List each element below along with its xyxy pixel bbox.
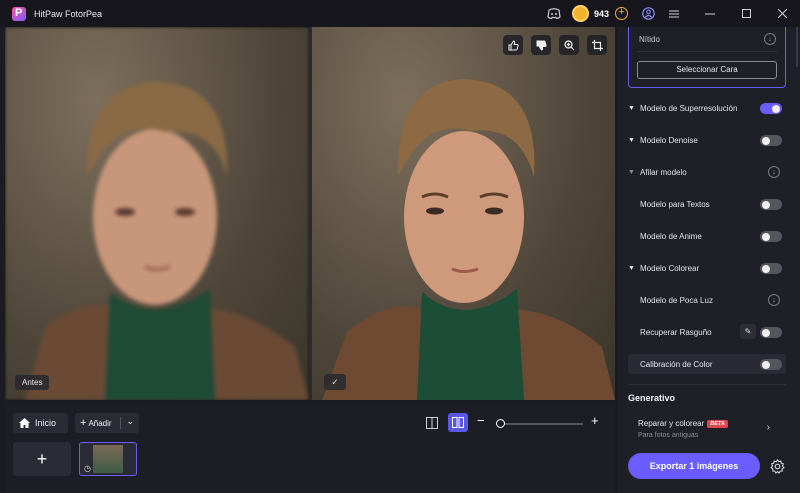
title-bar: HitPaw FotorPea 943 +: [0, 0, 800, 27]
before-label: Antes: [15, 375, 50, 390]
add-image-tile[interactable]: +: [13, 442, 71, 476]
add-button[interactable]: + Añadir ⌄: [75, 413, 139, 433]
row-sharpen[interactable]: ▼ Afilar modelo ↓: [628, 162, 786, 182]
after-pane: ✓: [312, 27, 615, 400]
export-button[interactable]: Exportar 1 imágenes: [628, 453, 760, 479]
toggle-scratch-repair[interactable]: [760, 327, 782, 338]
app-title: HitPaw FotorPea: [34, 8, 103, 19]
row-label: Modelo de Superresolución: [640, 103, 738, 113]
image-canvas[interactable]: Antes ✓: [5, 27, 615, 400]
chevron-down-icon[interactable]: ⌄: [126, 416, 134, 427]
bottom-toolbar: Inicio + Añadir ⌄ + ◷ − +: [5, 402, 615, 493]
row-denoise[interactable]: ▼ Modelo Denoise: [628, 130, 786, 150]
zoom-in-icon[interactable]: [559, 35, 579, 55]
beta-badge: BETA: [707, 420, 728, 428]
check-icon[interactable]: ✓: [324, 374, 346, 390]
portrait-before: [25, 82, 309, 400]
row-color-calibration[interactable]: Calibración de Color: [628, 354, 786, 374]
zoom-in-button[interactable]: +: [591, 414, 599, 427]
add-coin-icon[interactable]: +: [615, 7, 628, 20]
coin-count: 943: [593, 8, 609, 19]
app-logo-icon: [12, 6, 26, 21]
row-label: Calibración de Color: [640, 359, 713, 369]
toggle-superresolution[interactable]: [760, 103, 782, 114]
home-icon: [19, 418, 30, 428]
account-icon[interactable]: [640, 6, 656, 22]
row-anime-model[interactable]: Modelo de Anime: [628, 226, 786, 246]
download-icon[interactable]: ↓: [768, 294, 780, 306]
repair-colorize-item[interactable]: Reparar y colorear BETA: [638, 419, 728, 428]
before-pane: Antes: [5, 27, 309, 400]
plus-icon: +: [80, 417, 87, 429]
caret-down-icon[interactable]: ▼: [628, 265, 640, 272]
caret-down-icon[interactable]: ▼: [628, 137, 640, 144]
row-scratch-repair[interactable]: Recuperar Rasguño ✎: [628, 322, 786, 342]
zoom-out-button[interactable]: −: [477, 414, 485, 427]
caret-down-icon[interactable]: ▼: [628, 105, 640, 112]
zoom-slider-handle[interactable]: [496, 419, 506, 428]
portrait-after: [322, 79, 615, 400]
row-low-light[interactable]: Modelo de Poca Luz ↓: [628, 290, 786, 310]
download-icon[interactable]: ↓: [768, 166, 780, 178]
minimize-icon[interactable]: [692, 0, 728, 27]
face-model-card: Nítido ↓ Seleccionar Cara: [628, 27, 786, 88]
select-face-button[interactable]: Seleccionar Cara: [637, 61, 777, 79]
row-label: Modelo de Anime: [640, 231, 702, 241]
thumbnail-image: [93, 445, 123, 473]
add-label: Añadir: [88, 418, 112, 428]
image-thumbnail[interactable]: ◷: [79, 442, 137, 476]
coin-balance[interactable]: 943 +: [571, 5, 628, 22]
toggle-color-calibration[interactable]: [760, 359, 782, 370]
clock-icon: ◷: [84, 464, 91, 473]
panel-scrollbar[interactable]: [796, 27, 798, 67]
thumbs-up-icon[interactable]: [503, 35, 523, 55]
zoom-slider[interactable]: [497, 423, 583, 425]
home-label: Inicio: [35, 418, 57, 428]
split-view-icon[interactable]: [424, 415, 439, 430]
gear-icon[interactable]: [768, 457, 786, 475]
repair-colorize-subtitle: Para fotos antiguas: [638, 432, 699, 439]
toggle-denoise[interactable]: [760, 135, 782, 146]
row-label: Modelo Denoise: [640, 135, 698, 145]
brush-icon[interactable]: ✎: [740, 324, 756, 339]
row-superresolution[interactable]: ▼ Modelo de Superresolución: [628, 98, 786, 118]
coin-icon: [571, 5, 589, 22]
repair-colorize-label: Reparar y colorear: [638, 419, 705, 428]
download-icon[interactable]: ↓: [764, 33, 776, 45]
settings-panel: Nítido ↓ Seleccionar Cara ▼ Modelo de Su…: [618, 27, 800, 493]
menu-icon[interactable]: [656, 0, 692, 27]
row-label: Modelo para Textos: [640, 199, 710, 209]
row-text-model[interactable]: Modelo para Textos: [628, 194, 786, 214]
side-by-side-icon[interactable]: [448, 413, 468, 432]
row-label: Recuperar Rasguño: [640, 327, 712, 337]
home-button[interactable]: Inicio: [13, 413, 68, 433]
maximize-icon[interactable]: [728, 0, 764, 27]
crop-icon[interactable]: [587, 35, 607, 55]
caret-down-icon[interactable]: ▼: [628, 169, 640, 176]
chevron-right-icon[interactable]: ›: [767, 422, 770, 433]
close-icon[interactable]: [764, 0, 800, 27]
generative-title: Generativo: [628, 393, 676, 403]
thumbs-down-icon[interactable]: [531, 35, 551, 55]
toggle-anime-model[interactable]: [760, 231, 782, 242]
row-label: Modelo Colorear: [640, 263, 700, 273]
discord-icon[interactable]: [546, 6, 562, 22]
toggle-text-model[interactable]: [760, 199, 782, 210]
toggle-colorize[interactable]: [760, 263, 782, 274]
row-label: Modelo de Poca Luz: [640, 295, 713, 305]
row-label: Afilar modelo: [640, 167, 687, 177]
sharpness-value: Nítido: [639, 35, 660, 44]
row-colorize[interactable]: ▼ Modelo Colorear: [628, 258, 786, 278]
